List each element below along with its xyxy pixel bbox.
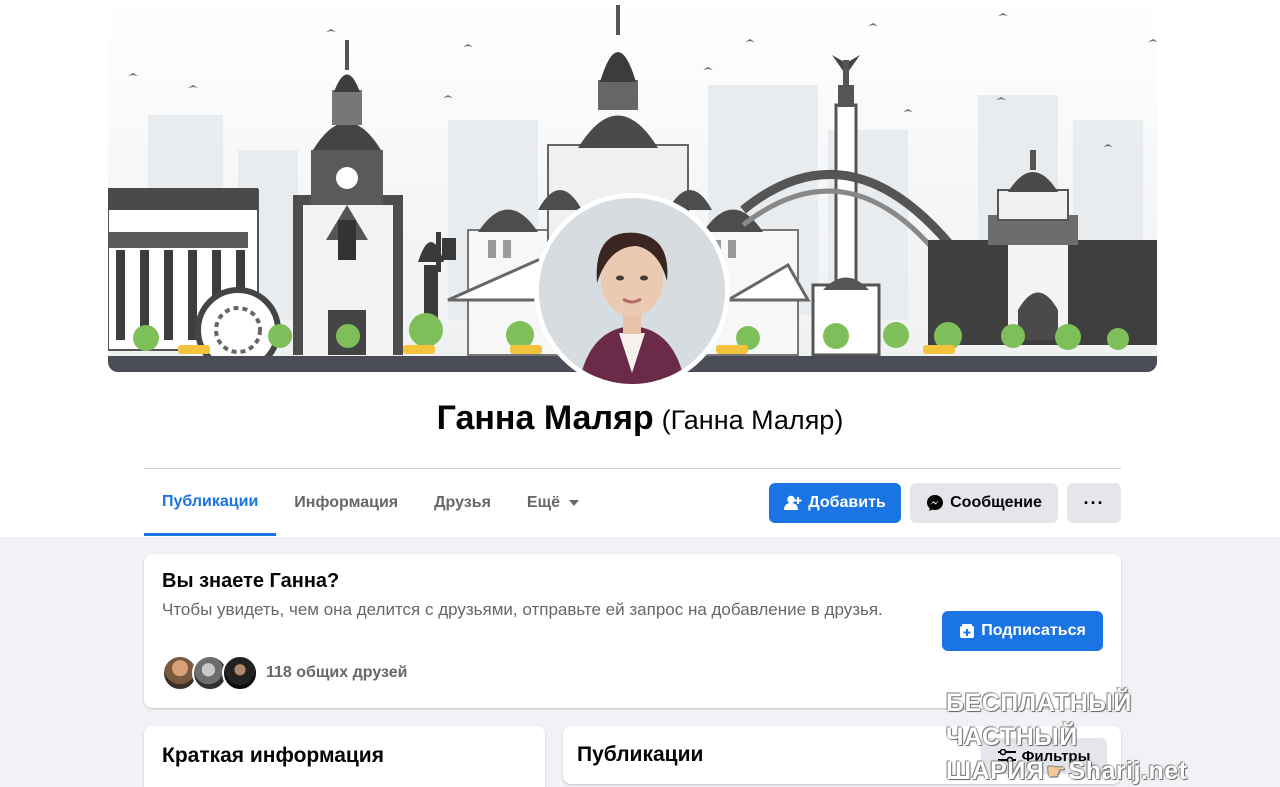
add-friend-icon	[784, 495, 802, 511]
mutual-friend-avatar[interactable]	[222, 655, 258, 691]
profile-picture	[539, 198, 725, 384]
watermark-line2-left: ШАРИЯ	[946, 757, 1045, 785]
profile-picture-frame[interactable]	[534, 193, 730, 389]
message-button[interactable]: Сообщение	[910, 483, 1058, 523]
caret-down-icon	[568, 500, 579, 506]
watermark-line2: ШАРИЯ☛Sharij.net	[946, 754, 1256, 787]
know-card-text: Чтобы увидеть, чем она делится с друзьям…	[162, 600, 883, 619]
more-options-button[interactable]: ···	[1067, 483, 1121, 523]
intro-card: Краткая информация	[144, 726, 545, 787]
subscribe-label: Подписаться	[981, 622, 1086, 639]
intro-card-title: Краткая информация	[162, 744, 384, 767]
know-person-card: Вы знаете Ганна? Чтобы увидеть, чем она …	[144, 554, 1121, 708]
tab-more[interactable]: Ещё	[509, 470, 597, 536]
more-options-icon: ···	[1083, 492, 1105, 513]
add-friend-button[interactable]: Добавить	[769, 483, 901, 523]
tab-friends[interactable]: Друзья	[416, 470, 509, 536]
tab-more-label: Ещё	[526, 494, 560, 511]
watermark-line1: БЕСПЛАТНЫЙ ЧАСТНЫЙ	[946, 689, 1132, 751]
watermark: БЕСПЛАТНЫЙ ЧАСТНЫЙ ШАРИЯ☛Sharij.net	[946, 686, 1256, 787]
profile-name-main: Ганна Маляр	[436, 399, 654, 437]
profile-header: Ганна Маляр (Ганна Маляр) Публикации Инфо…	[0, 0, 1280, 537]
profile-name: Ганна Маляр (Ганна Маляр)	[0, 399, 1280, 438]
header-divider	[144, 468, 1121, 469]
subscribe-icon	[959, 623, 975, 639]
tab-friends-label: Друзья	[434, 494, 491, 511]
pointing-hand-icon: ☛	[1046, 759, 1067, 784]
posts-card-title: Публикации	[577, 743, 704, 766]
mutual-friends-count[interactable]: 118 общих друзей	[266, 664, 407, 682]
add-friend-label: Добавить	[808, 494, 886, 511]
tab-about-label: Информация	[294, 494, 399, 511]
subscribe-button[interactable]: Подписаться	[942, 611, 1103, 651]
mutual-friends[interactable]: 118 общих друзей	[162, 655, 407, 691]
tab-posts[interactable]: Публикации	[144, 470, 277, 536]
message-label: Сообщение	[950, 494, 1042, 511]
messenger-icon	[926, 494, 944, 512]
tab-about[interactable]: Информация	[276, 470, 416, 536]
know-card-title: Вы знаете Ганна?	[162, 570, 340, 592]
watermark-line2-right: Sharij.net	[1068, 757, 1188, 785]
profile-name-alternate: (Ганна Маляр)	[661, 405, 844, 435]
profile-tabs: Публикации Информация Друзья Ещё	[144, 470, 597, 536]
tab-posts-label: Публикации	[162, 492, 259, 510]
